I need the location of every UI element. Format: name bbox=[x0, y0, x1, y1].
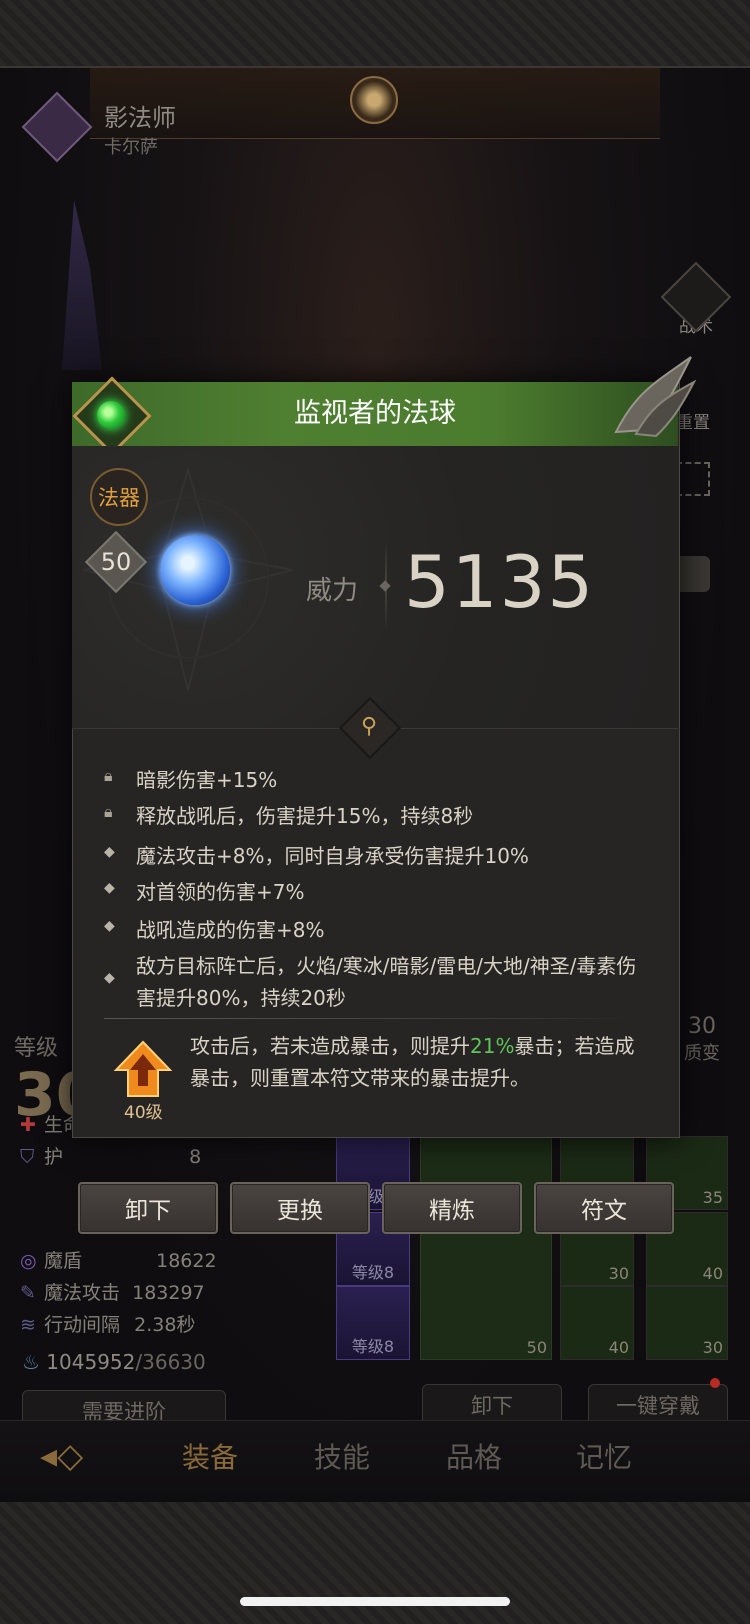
tab-memory[interactable]: 记忆 bbox=[576, 1436, 632, 1476]
boots-slot[interactable]: 30 bbox=[646, 1286, 728, 1360]
soul-currency-icon: ♨ bbox=[22, 1350, 40, 1374]
magic-attack-icon: ✎ bbox=[20, 1282, 36, 1304]
attribute-row: ◆ 对首领的伤害+7% bbox=[104, 876, 305, 908]
action-interval-icon: ≋ bbox=[20, 1314, 36, 1336]
stat-value: 2.38秒 bbox=[134, 1314, 196, 1336]
currency-max: /36630 bbox=[135, 1350, 206, 1374]
rune-divider bbox=[104, 1018, 636, 1019]
stat-value: 8 bbox=[189, 1146, 202, 1168]
back-arrow-icon[interactable]: ◂◇ bbox=[40, 1436, 130, 1480]
rune-highlight-value: 21% bbox=[470, 1034, 515, 1058]
character-name: 卡尔萨 bbox=[104, 137, 158, 158]
item-level-badge: 50 bbox=[84, 530, 148, 594]
attribute-row: ◆ 敌方目标阵亡后，火焰/寒冰/暗影/雷电/大地/神圣/毒素伤害提升80%，持续… bbox=[104, 950, 644, 1014]
heart-icon: ✚ bbox=[20, 1114, 36, 1136]
class-name: 影法师 bbox=[104, 104, 176, 132]
tab-skills[interactable]: 技能 bbox=[314, 1436, 370, 1476]
tab-equipment[interactable]: 装备 bbox=[182, 1436, 238, 1476]
blue-orb-icon bbox=[160, 535, 230, 605]
eye-emblem-icon bbox=[350, 76, 398, 124]
magic-shield-icon: ◎ bbox=[20, 1250, 37, 1272]
attribute-row: 🔒︎ 释放战吼后，伤害提升15%，持续8秒 bbox=[104, 802, 474, 828]
item-type-badge: 法器 bbox=[90, 468, 148, 526]
shield-icon: ⛉ bbox=[20, 1146, 35, 1168]
power-label: 威力 bbox=[306, 576, 359, 606]
rune-level: 40级 bbox=[124, 1103, 163, 1123]
lock-icon: 🔒︎ bbox=[104, 802, 113, 821]
fullscreen-icon[interactable] bbox=[676, 462, 710, 496]
attribute-row: 🔒︎ 暗影伤害+15% bbox=[104, 766, 278, 792]
ring-slot[interactable]: 40 bbox=[560, 1286, 634, 1360]
unequip-button[interactable]: 卸下 bbox=[78, 1182, 218, 1234]
stat-row-armor: ⛉ 护 8 bbox=[20, 1146, 202, 1168]
item-level: 50 bbox=[100, 548, 132, 576]
tactics-button[interactable]: 战术 bbox=[660, 261, 732, 338]
stat-value: 183297 bbox=[132, 1282, 205, 1304]
stat-value: 18622 bbox=[156, 1250, 217, 1272]
currency-value: 1045952 bbox=[46, 1350, 136, 1374]
item-name: 监视者的法球 bbox=[294, 398, 456, 429]
stat-row-magic-shield: ◎ 魔盾 18622 bbox=[20, 1250, 217, 1272]
stat-row-magic-attack: ✎ 魔法攻击 183297 bbox=[20, 1282, 205, 1304]
power-value: 5135 bbox=[404, 540, 596, 624]
diamond-bullet-icon: ◆ bbox=[104, 970, 115, 986]
right-edge-counter: 30 质变 bbox=[684, 1014, 720, 1064]
notification-dot bbox=[710, 1378, 720, 1388]
currency-display: ♨ 1045952/36630 bbox=[22, 1350, 206, 1374]
claw-ornament-icon bbox=[614, 356, 696, 438]
replace-button[interactable]: 更换 bbox=[230, 1182, 370, 1234]
refine-button[interactable]: 精炼 bbox=[382, 1182, 522, 1234]
rune-description: 攻击后，若未造成暴击，则提升21%暴击；若造成暴击，则重置本符文带来的暴击提升。 bbox=[190, 1034, 635, 1090]
top-ornament-bar bbox=[0, 0, 750, 68]
rune-button[interactable]: 符文 bbox=[534, 1182, 674, 1234]
tab-character[interactable]: 品格 bbox=[446, 1436, 502, 1476]
equip-slot[interactable]: 等级8 bbox=[336, 1286, 410, 1360]
stat-row-action-interval: ≋ 行动间隔 2.38秒 bbox=[20, 1314, 196, 1336]
diamond-bullet-icon: ◆ bbox=[104, 918, 115, 934]
diamond-bullet-icon: ◆ bbox=[104, 880, 115, 896]
level-label: 等级 bbox=[14, 1036, 59, 1061]
attribute-row: ◆ 魔法攻击+8%，同时自身承受伤害提升10% bbox=[104, 840, 529, 872]
home-indicator[interactable] bbox=[240, 1597, 510, 1606]
lock-icon: 🔒︎ bbox=[104, 766, 113, 785]
magnifier-icon: ⚲ bbox=[360, 714, 378, 739]
weapon-slot-large[interactable]: 50 bbox=[420, 1136, 552, 1360]
rune-crown-icon bbox=[113, 1040, 173, 1097]
attribute-row: ◆ 战吼造成的伤害+8% bbox=[104, 914, 325, 946]
diamond-bullet-icon: ◆ bbox=[104, 844, 115, 860]
